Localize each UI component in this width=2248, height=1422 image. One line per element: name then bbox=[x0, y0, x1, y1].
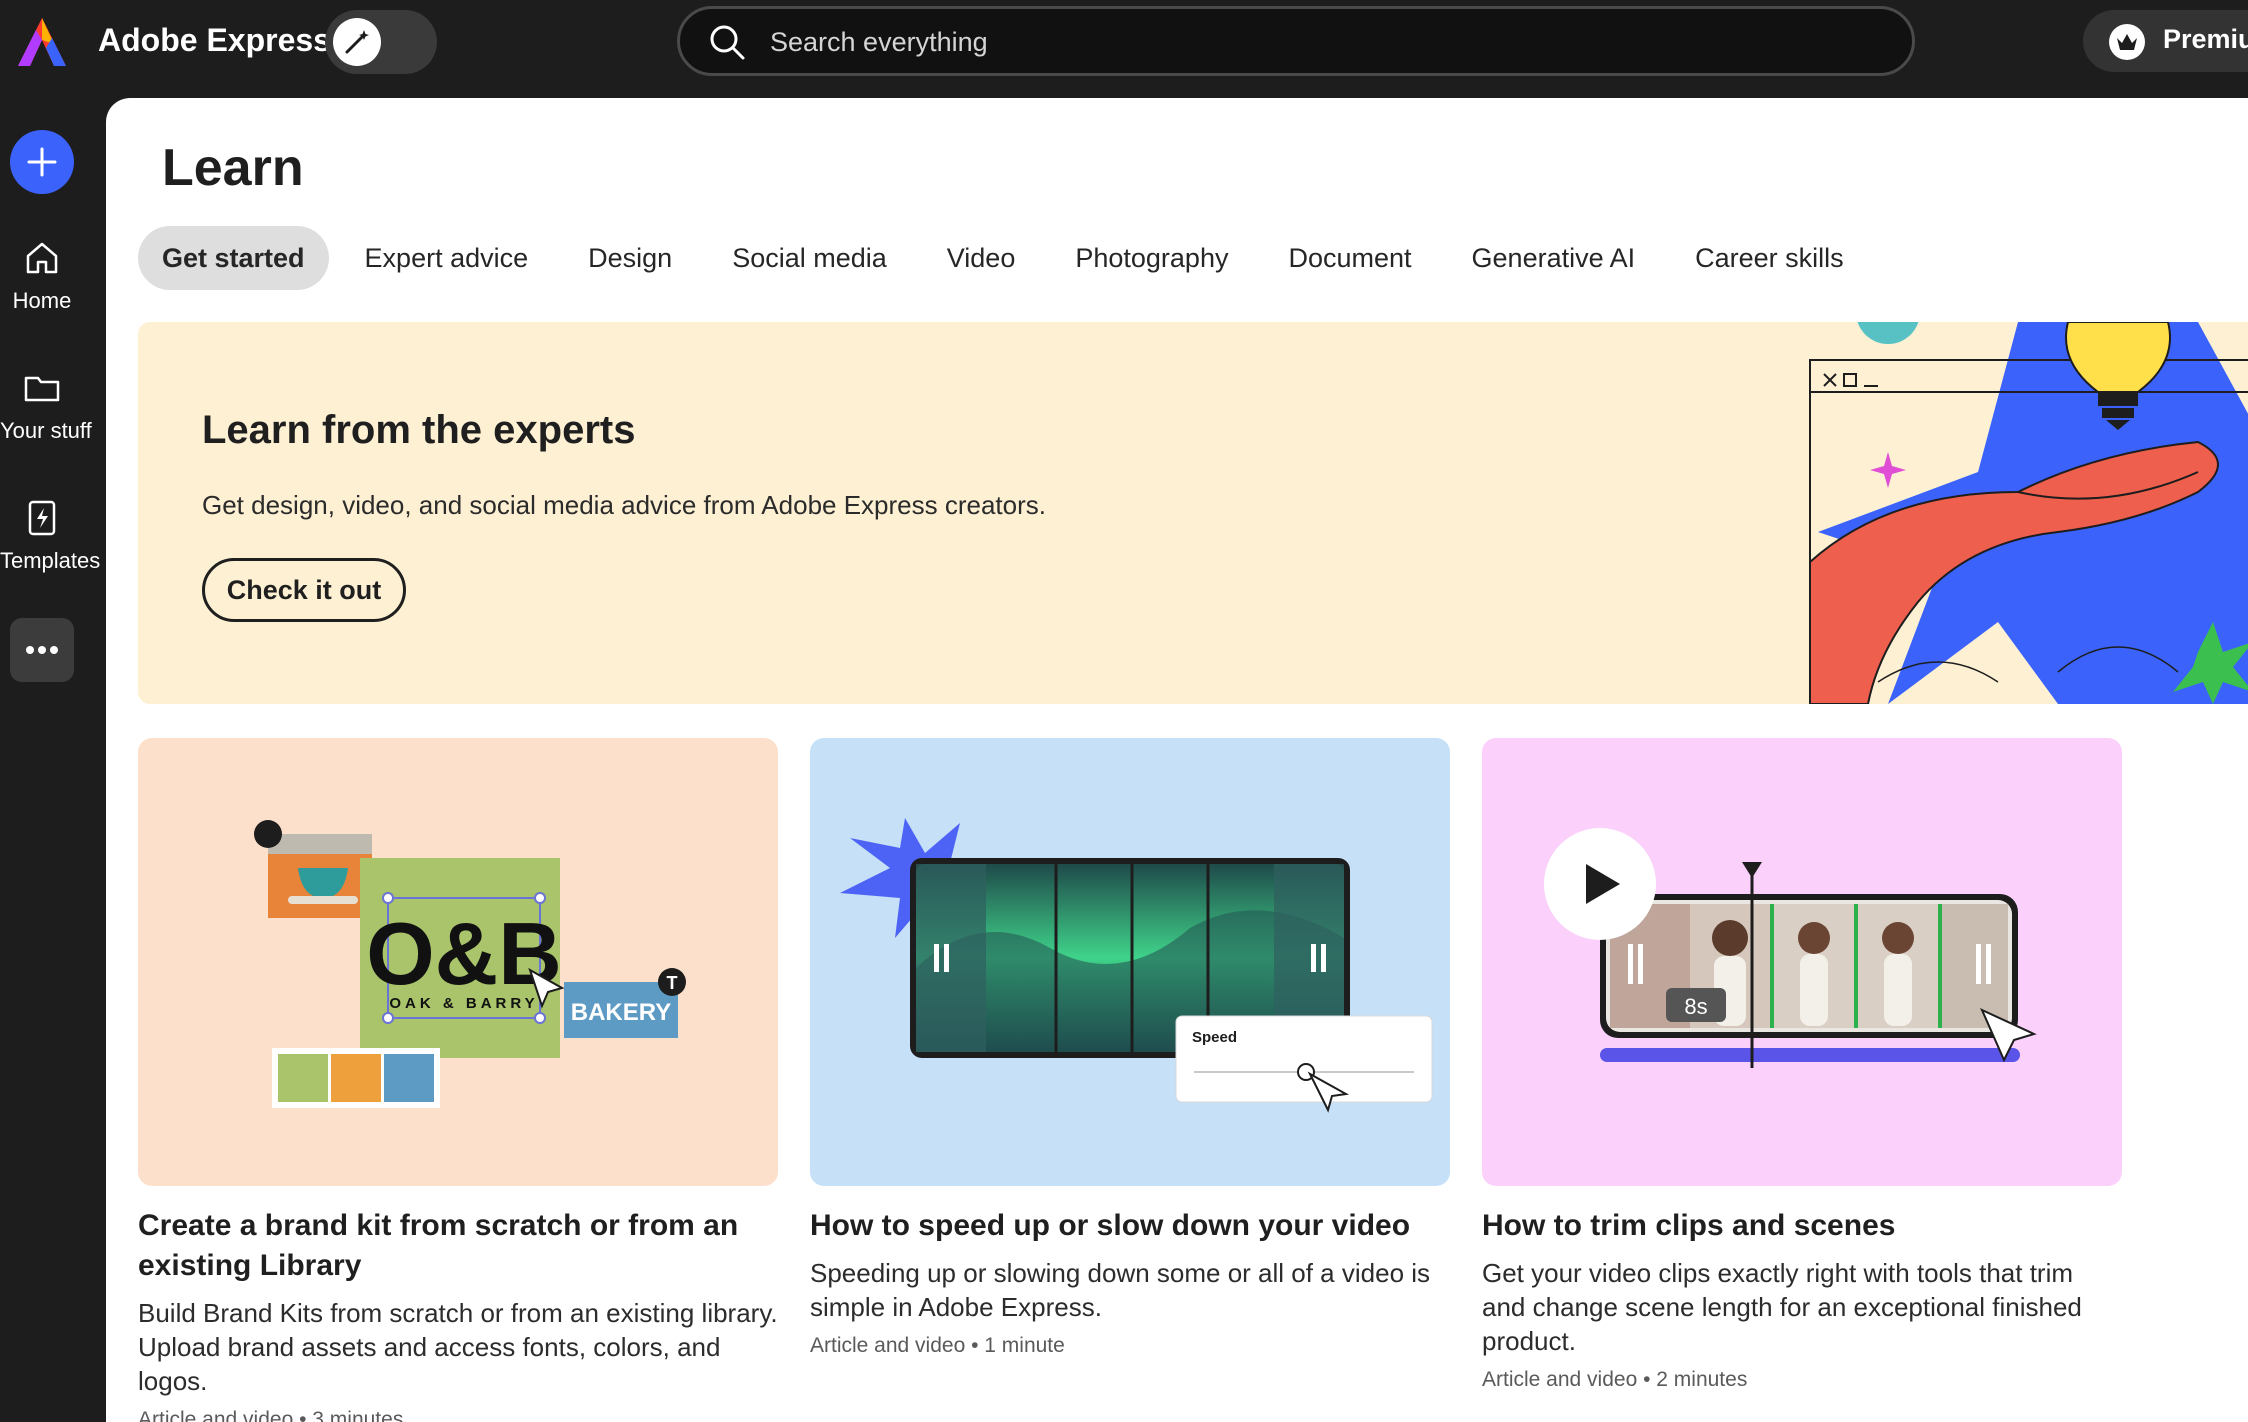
more-button[interactable] bbox=[10, 618, 74, 682]
nav-label-your-stuff: Your stuff bbox=[0, 418, 92, 443]
magic-wand-icon bbox=[333, 18, 381, 66]
top-bar: Adobe Express Premium bbox=[0, 0, 2248, 98]
nav-item-your-stuff[interactable]: Your stuff bbox=[0, 368, 92, 444]
nav-item-home[interactable]: Home bbox=[0, 238, 84, 314]
card-title[interactable]: How to speed up or slow down your video bbox=[810, 1206, 1450, 1246]
speed-video-illustration: Speed bbox=[840, 818, 1433, 1113]
search-bar[interactable] bbox=[677, 6, 1915, 76]
trim-clips-illustration: 8s bbox=[1544, 828, 2037, 1068]
article-card-brand-kit[interactable]: O&B OAK & BARRY BAKERY T Create a brand … bbox=[138, 738, 778, 1422]
card-thumbnail-speed-video: Speed bbox=[810, 738, 1450, 1186]
search-icon bbox=[710, 25, 745, 60]
card-description: Build Brand Kits from scratch or from an… bbox=[138, 1298, 778, 1396]
hero-banner: Learn from the experts Get design, video… bbox=[138, 322, 2248, 704]
tab-social-media[interactable]: Social media bbox=[708, 226, 911, 290]
clip-duration-label: 8s bbox=[1684, 994, 1707, 1019]
tab-bar: Get started Expert advice Design Social … bbox=[138, 226, 1880, 292]
app-name[interactable]: Adobe Express bbox=[98, 22, 331, 59]
adobe-express-logo[interactable] bbox=[16, 16, 68, 68]
main-content: Learn Get started Expert advice Design S… bbox=[106, 98, 2248, 1422]
card-thumbnail-trim-clips: 8s bbox=[1482, 738, 2122, 1186]
premium-label: Premium bbox=[2163, 24, 2248, 54]
crown-icon bbox=[2109, 24, 2145, 60]
tab-career-skills[interactable]: Career skills bbox=[1671, 226, 1868, 290]
premium-button[interactable]: Premium bbox=[2083, 10, 2248, 72]
create-button[interactable] bbox=[10, 130, 74, 194]
card-title[interactable]: Create a brand kit from scratch or from … bbox=[138, 1206, 778, 1286]
tab-video[interactable]: Video bbox=[923, 226, 1040, 290]
article-card-trim-clips[interactable]: 8s How to trim clips and scenes Get your… bbox=[1482, 738, 2122, 1392]
magic-toggle[interactable] bbox=[325, 10, 437, 74]
card-meta: Article and video • 1 minute bbox=[810, 1334, 1065, 1357]
tab-photography[interactable]: Photography bbox=[1051, 226, 1252, 290]
tab-document[interactable]: Document bbox=[1264, 226, 1435, 290]
search-input[interactable] bbox=[770, 23, 1870, 61]
nav-label-templates: Templates bbox=[0, 548, 101, 573]
tab-expert-advice[interactable]: Expert advice bbox=[341, 226, 553, 290]
card-thumbnail-brand-kit: O&B OAK & BARRY BAKERY T bbox=[138, 738, 778, 1186]
folder-icon bbox=[24, 376, 60, 402]
brand-kit-illustration: O&B OAK & BARRY BAKERY T bbox=[254, 820, 686, 1108]
brand-logo-text: O&B bbox=[366, 904, 562, 1003]
plus-icon bbox=[27, 147, 57, 177]
brand-logo-subtext: OAK & BARRY bbox=[389, 995, 538, 1012]
card-meta: Article and video • 3 minutes bbox=[138, 1408, 404, 1422]
card-meta: Article and video • 2 minutes bbox=[1482, 1368, 1748, 1391]
article-card-speed-video[interactable]: Speed How to speed up or slow down your … bbox=[810, 738, 1450, 1358]
check-it-out-button[interactable]: Check it out bbox=[202, 558, 406, 622]
home-icon bbox=[26, 242, 58, 274]
hero-title: Learn from the experts bbox=[202, 408, 636, 452]
hero-illustration bbox=[1809, 322, 2248, 704]
tab-get-started[interactable]: Get started bbox=[138, 226, 329, 290]
card-description: Speeding up or slowing down some or all … bbox=[810, 1258, 1431, 1322]
speed-panel-label: Speed bbox=[1192, 1029, 1237, 1046]
svg-text:T: T bbox=[667, 973, 678, 993]
hero-subtitle: Get design, video, and social media advi… bbox=[202, 490, 1046, 520]
nav-label-home: Home bbox=[12, 288, 72, 313]
templates-icon bbox=[28, 500, 56, 536]
tab-generative-ai[interactable]: Generative AI bbox=[1448, 226, 1660, 290]
brand-tag-text: BAKERY bbox=[571, 999, 671, 1026]
left-nav: Home Your stuff Templates bbox=[0, 98, 106, 1422]
card-title[interactable]: How to trim clips and scenes bbox=[1482, 1206, 2122, 1246]
page-title: Learn bbox=[162, 139, 304, 197]
more-dots-icon bbox=[26, 646, 58, 654]
tab-design[interactable]: Design bbox=[564, 226, 696, 290]
nav-item-templates[interactable]: Templates bbox=[0, 498, 101, 574]
card-description: Get your video clips exactly right with … bbox=[1482, 1258, 2082, 1356]
